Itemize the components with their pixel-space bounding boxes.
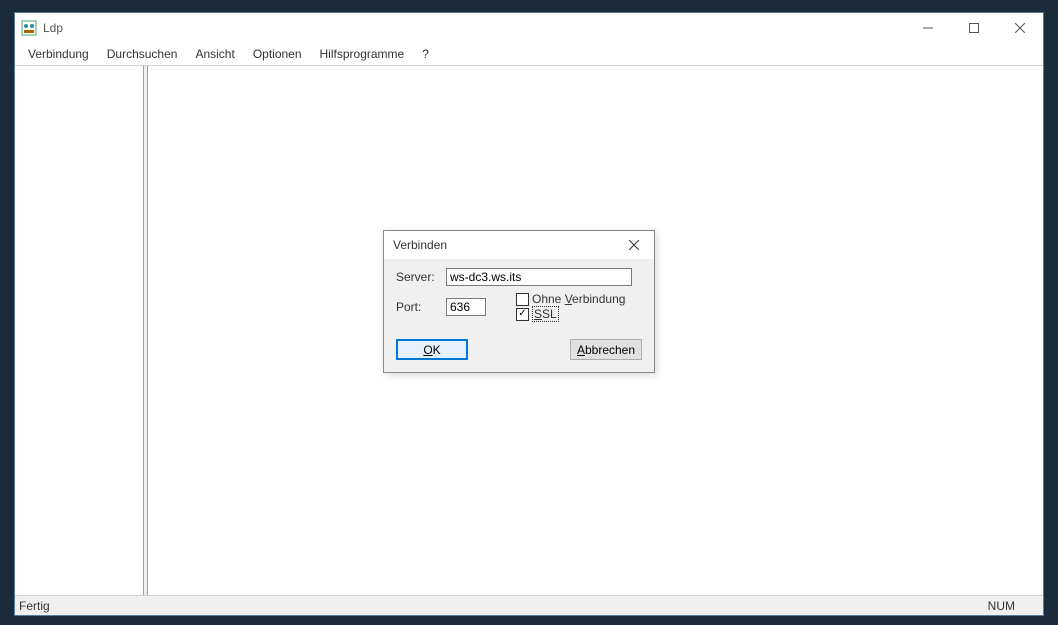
window-controls — [905, 13, 1043, 43]
close-button[interactable] — [997, 13, 1043, 43]
menu-verbindung[interactable]: Verbindung — [19, 45, 98, 63]
menu-ansicht[interactable]: Ansicht — [186, 45, 243, 63]
minimize-button[interactable] — [905, 13, 951, 43]
dialog-titlebar[interactable]: Verbinden — [384, 231, 654, 259]
no-connection-checkbox[interactable] — [516, 293, 529, 306]
menu-optionen[interactable]: Optionen — [244, 45, 311, 63]
server-label: Server: — [396, 270, 446, 284]
ok-button[interactable]: OK — [396, 339, 468, 360]
window-title: Ldp — [43, 21, 63, 35]
ssl-label: SSL — [532, 307, 559, 321]
port-input[interactable] — [446, 298, 486, 316]
status-text: Fertig — [19, 599, 50, 613]
connect-dialog: Verbinden Server: Port: Ohne Verbindung … — [383, 230, 655, 373]
dialog-close-button[interactable] — [614, 231, 654, 259]
dialog-body: Server: Port: Ohne Verbindung ✓ SSL OK A… — [384, 259, 654, 372]
status-num: NUM — [988, 599, 1015, 613]
menu-help[interactable]: ? — [413, 45, 438, 63]
maximize-button[interactable] — [951, 13, 997, 43]
cancel-button[interactable]: Abbrechen — [570, 339, 642, 360]
menu-durchsuchen[interactable]: Durchsuchen — [98, 45, 187, 63]
ssl-checkbox[interactable]: ✓ — [516, 308, 529, 321]
tree-pane[interactable] — [15, 66, 144, 595]
dialog-title-text: Verbinden — [393, 238, 447, 252]
no-connection-label: Ohne Verbindung — [532, 292, 625, 306]
menu-hilfsprogramme[interactable]: Hilfsprogramme — [311, 45, 414, 63]
app-icon — [21, 20, 37, 36]
statusbar: Fertig NUM — [15, 595, 1043, 615]
port-label: Port: — [396, 300, 446, 314]
titlebar[interactable]: Ldp — [15, 13, 1043, 43]
menubar: Verbindung Durchsuchen Ansicht Optionen … — [15, 43, 1043, 65]
server-input[interactable] — [446, 268, 632, 286]
